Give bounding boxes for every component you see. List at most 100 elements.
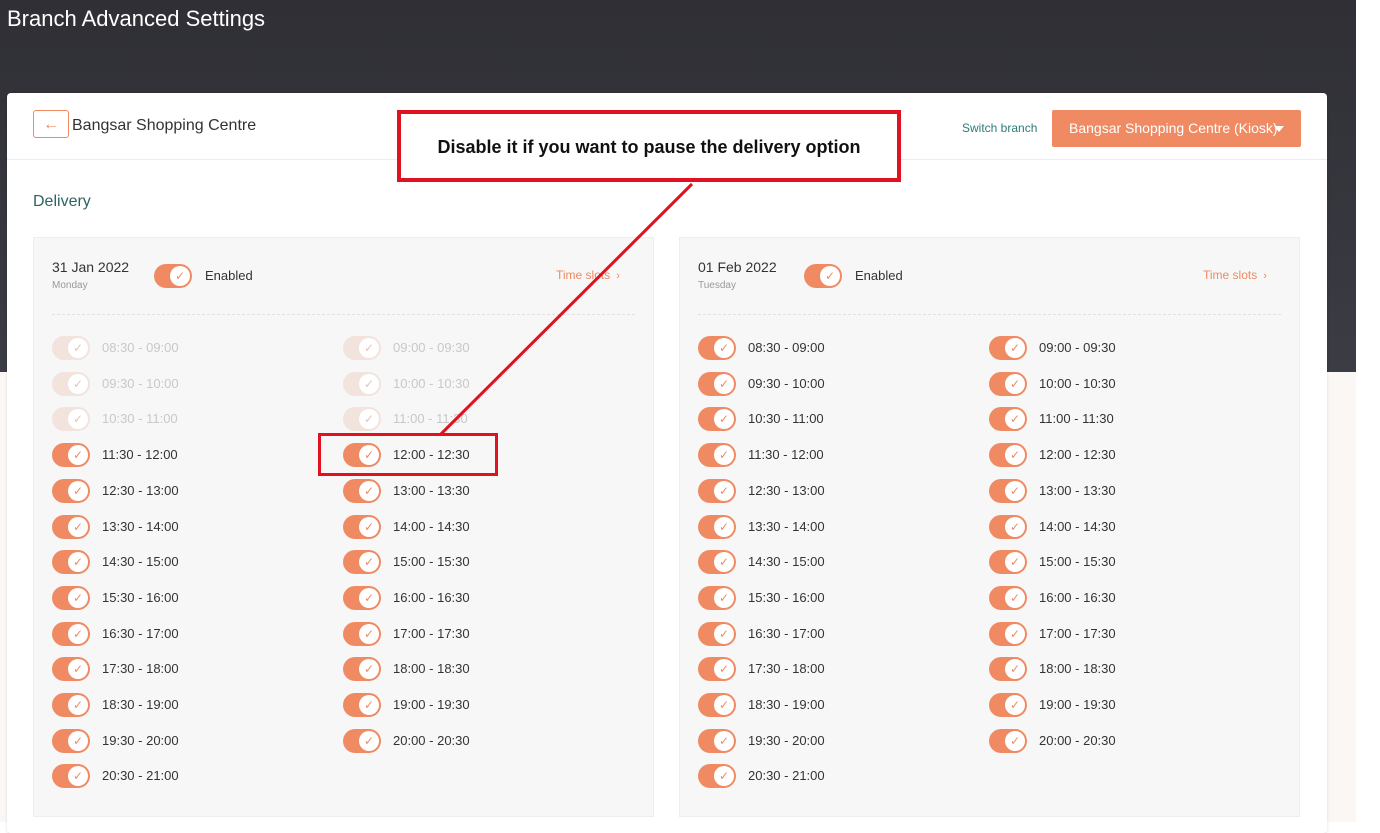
time-slot-toggle[interactable]: ✓ bbox=[52, 407, 90, 432]
time-slot-toggle[interactable]: ✓ bbox=[52, 443, 90, 468]
time-slot-toggle[interactable]: ✓ bbox=[52, 371, 90, 396]
check-icon: ✓ bbox=[1005, 623, 1025, 644]
time-slot-label: 17:00 - 17:30 bbox=[1039, 625, 1116, 641]
time-slot-label: 16:00 - 16:30 bbox=[1039, 589, 1116, 605]
time-slot-toggle[interactable]: ✓ bbox=[343, 621, 381, 646]
time-slot-label: 16:30 - 17:00 bbox=[748, 625, 825, 641]
check-icon: ✓ bbox=[68, 766, 88, 787]
check-icon: ✓ bbox=[714, 659, 734, 680]
time-slot-toggle[interactable]: ✓ bbox=[698, 514, 736, 539]
back-button[interactable]: ← bbox=[33, 110, 69, 138]
time-slot-toggle[interactable]: ✓ bbox=[52, 336, 90, 360]
time-slot-toggle[interactable]: ✓ bbox=[989, 514, 1027, 539]
time-slot-toggle[interactable]: ✓ bbox=[989, 371, 1027, 396]
time-slot-toggle[interactable]: ✓ bbox=[698, 585, 736, 610]
check-icon: ✓ bbox=[68, 730, 88, 751]
time-slot-toggle[interactable]: ✓ bbox=[989, 585, 1027, 610]
time-slot-toggle[interactable]: ✓ bbox=[698, 728, 736, 753]
time-slot-toggle[interactable]: ✓ bbox=[343, 728, 381, 753]
check-icon: ✓ bbox=[714, 516, 734, 537]
time-slot-toggle[interactable]: ✓ bbox=[343, 407, 381, 432]
time-slot-label: 10:00 - 10:30 bbox=[1039, 375, 1116, 391]
time-slot-toggle[interactable]: ✓ bbox=[698, 693, 736, 717]
time-slot-label: 19:00 - 19:30 bbox=[393, 697, 470, 712]
time-slot-label: 19:00 - 19:30 bbox=[1039, 697, 1116, 712]
time-slot-label: 09:30 - 10:00 bbox=[102, 375, 179, 391]
time-slot-toggle[interactable]: ✓ bbox=[989, 478, 1027, 503]
check-icon: ✓ bbox=[714, 587, 734, 608]
check-icon: ✓ bbox=[714, 373, 734, 394]
check-icon: ✓ bbox=[714, 695, 734, 715]
page-edge bbox=[1356, 0, 1380, 822]
time-slot-toggle[interactable]: ✓ bbox=[52, 478, 90, 503]
time-slot-label: 12:30 - 13:00 bbox=[748, 482, 825, 498]
check-icon: ✓ bbox=[714, 445, 734, 466]
time-slot-label: 20:30 - 21:00 bbox=[748, 768, 825, 784]
time-slot-label: 17:30 - 18:00 bbox=[102, 661, 179, 677]
time-slot-toggle[interactable]: ✓ bbox=[343, 550, 381, 575]
time-slot-toggle[interactable]: ✓ bbox=[52, 764, 90, 789]
time-slot-toggle[interactable]: ✓ bbox=[989, 443, 1027, 468]
time-slot-toggle[interactable]: ✓ bbox=[52, 550, 90, 575]
time-slot-label: 15:00 - 15:30 bbox=[393, 554, 470, 570]
time-slot-toggle[interactable]: ✓ bbox=[698, 371, 736, 396]
time-slot-toggle[interactable]: ✓ bbox=[989, 728, 1027, 753]
time-slot-toggle[interactable]: ✓ bbox=[343, 657, 381, 682]
check-icon: ✓ bbox=[170, 266, 190, 286]
time-slot-toggle[interactable]: ✓ bbox=[52, 585, 90, 610]
check-icon: ✓ bbox=[68, 338, 88, 358]
time-slot-toggle[interactable]: ✓ bbox=[52, 621, 90, 646]
time-slot-toggle[interactable]: ✓ bbox=[698, 407, 736, 432]
time-slot-toggle[interactable]: ✓ bbox=[989, 407, 1027, 432]
time-slot-toggle[interactable]: ✓ bbox=[343, 478, 381, 503]
check-icon: ✓ bbox=[820, 266, 840, 286]
annotation-highlight-box bbox=[318, 433, 498, 476]
check-icon: ✓ bbox=[359, 730, 379, 751]
time-slot-label: 13:00 - 13:30 bbox=[1039, 482, 1116, 498]
time-slot-toggle[interactable]: ✓ bbox=[343, 336, 381, 360]
time-slot-label: 14:00 - 14:30 bbox=[1039, 518, 1116, 534]
time-slot-toggle[interactable]: ✓ bbox=[52, 514, 90, 539]
day-enabled-toggle[interactable]: ✓ bbox=[154, 264, 192, 288]
time-slot-toggle[interactable]: ✓ bbox=[698, 336, 736, 360]
time-slot-toggle[interactable]: ✓ bbox=[989, 621, 1027, 646]
time-slot-toggle[interactable]: ✓ bbox=[343, 371, 381, 396]
time-slot-toggle[interactable]: ✓ bbox=[698, 764, 736, 789]
check-icon: ✓ bbox=[68, 552, 88, 573]
time-slot-toggle[interactable]: ✓ bbox=[52, 693, 90, 717]
time-slot-toggle[interactable]: ✓ bbox=[698, 657, 736, 682]
time-slot-toggle[interactable]: ✓ bbox=[989, 693, 1027, 717]
time-slot-toggle[interactable]: ✓ bbox=[698, 478, 736, 503]
time-slot-label: 08:30 - 09:00 bbox=[102, 340, 179, 355]
time-slot-toggle[interactable]: ✓ bbox=[989, 550, 1027, 575]
day-weekday: Monday bbox=[52, 280, 88, 291]
time-slot-toggle[interactable]: ✓ bbox=[989, 336, 1027, 360]
time-slot-label: 15:30 - 16:00 bbox=[748, 589, 825, 605]
time-slot-label: 18:30 - 19:00 bbox=[102, 697, 179, 712]
time-slot-toggle[interactable]: ✓ bbox=[698, 550, 736, 575]
check-icon: ✓ bbox=[1005, 552, 1025, 573]
check-icon: ✓ bbox=[714, 480, 734, 501]
time-slot-label: 11:30 - 12:00 bbox=[102, 447, 178, 463]
time-slot-toggle[interactable]: ✓ bbox=[343, 585, 381, 610]
check-icon: ✓ bbox=[1005, 516, 1025, 537]
time-slot-label: 14:30 - 15:00 bbox=[748, 554, 825, 570]
time-slot-label: 18:00 - 18:30 bbox=[393, 661, 470, 677]
time-slot-label: 11:00 - 11:30 bbox=[1039, 411, 1114, 427]
branch-select-dropdown[interactable]: Bangsar Shopping Centre (Kiosk) bbox=[1052, 110, 1301, 147]
time-slot-toggle[interactable]: ✓ bbox=[343, 514, 381, 539]
time-slot-label: 09:00 - 09:30 bbox=[1039, 340, 1116, 355]
check-icon: ✓ bbox=[359, 480, 379, 501]
time-slots-link[interactable]: Time slots › bbox=[1203, 268, 1267, 282]
time-slot-toggle[interactable]: ✓ bbox=[343, 693, 381, 717]
time-slot-toggle[interactable]: ✓ bbox=[52, 657, 90, 682]
time-slot-toggle[interactable]: ✓ bbox=[698, 443, 736, 468]
annotation-callout: Disable it if you want to pause the deli… bbox=[397, 110, 901, 182]
check-icon: ✓ bbox=[1005, 409, 1025, 430]
time-slot-label: 18:00 - 18:30 bbox=[1039, 661, 1116, 677]
time-slot-toggle[interactable]: ✓ bbox=[698, 621, 736, 646]
time-slot-toggle[interactable]: ✓ bbox=[52, 728, 90, 753]
time-slots-link[interactable]: Time slots › bbox=[556, 268, 620, 282]
day-enabled-toggle[interactable]: ✓ bbox=[804, 264, 842, 288]
time-slot-toggle[interactable]: ✓ bbox=[989, 657, 1027, 682]
